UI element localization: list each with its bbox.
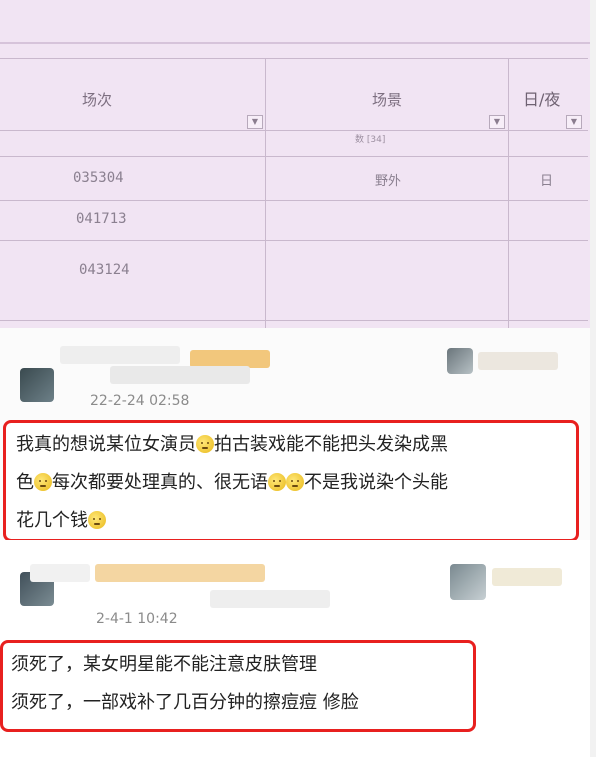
table-screenshot: 场次 场景 日/夜 ▼ ▼ ▼ 数 [34] 035304 野外 日 04171… — [0, 0, 590, 328]
highlight-box: 须死了，某女明星能不能注意皮肤管理 须死了，一部戏补了几百分钟的擦痘痘 修脸 — [0, 640, 476, 732]
column-header-daynight: 日/夜 — [523, 90, 561, 109]
name-obscured — [30, 564, 90, 582]
name-obscured — [492, 568, 562, 586]
name-obscured — [210, 590, 330, 608]
name-obscured — [110, 366, 250, 384]
table-cell-place: 野外 — [375, 174, 402, 189]
grid-line — [0, 130, 588, 131]
comment-fragment: 色 — [16, 472, 34, 493]
grid-line — [0, 58, 588, 59]
comment-fragment: 拍古装戏能不能把头发染成黑 — [214, 434, 448, 455]
name-obscured — [478, 352, 558, 370]
comment-line: 花几个钱 — [16, 502, 566, 540]
grid-line — [0, 200, 588, 201]
grid-line — [265, 58, 266, 328]
emoji-icon — [268, 473, 286, 491]
table-cell-scene: 035304 — [73, 170, 124, 186]
comment-line: 须死了，一部戏补了几百分钟的擦痘痘 修脸 — [11, 692, 359, 713]
grid-line — [0, 320, 588, 321]
avatar[interactable] — [450, 564, 486, 600]
comment-fragment: 不是我说染个头能 — [304, 472, 448, 493]
comment-fragment: 我真的想说某位女演员 — [16, 434, 196, 455]
comment-text: 我真的想说某位女演员 拍古装戏能不能把头发染成黑 色每次都要处理真的、很无语 不是我… — [16, 426, 566, 540]
avatar[interactable] — [20, 368, 54, 402]
emoji-icon — [88, 511, 106, 529]
comment-line: 须死了，某女明星能不能注意皮肤管理 — [11, 654, 317, 675]
column-header-location: 场景 — [372, 91, 403, 109]
column-header-scene: 场次 — [82, 91, 113, 109]
grid-line — [508, 58, 509, 328]
comment-fragment: 花几个钱 — [16, 510, 88, 531]
comment-line: 色每次都要处理真的、很无语 不是我说染个头能 — [16, 464, 566, 502]
name-obscured — [95, 564, 265, 582]
table-cell-scene: 043124 — [79, 262, 130, 278]
filter-dropdown-icon[interactable]: ▼ — [247, 115, 263, 129]
table-top-border — [0, 42, 590, 44]
comment-timestamp: 22-2-24 02:58 — [90, 393, 190, 409]
filter-dropdown-icon[interactable]: ▼ — [566, 115, 582, 129]
comment-fragment: 每次都要处理真的、很无语 — [52, 472, 268, 493]
table-cell-scene: 041713 — [76, 211, 127, 227]
highlight-box: 我真的想说某位女演员 拍古装戏能不能把头发染成黑 色每次都要处理真的、很无语 不是我… — [3, 420, 579, 542]
emoji-icon — [286, 473, 304, 491]
comment-timestamp: 2-4-1 10:42 — [96, 611, 178, 627]
grid-line — [0, 156, 588, 157]
comment-text: 须死了，某女明星能不能注意皮肤管理 须死了，一部戏补了几百分钟的擦痘痘 修脸 — [11, 646, 466, 722]
avatar[interactable] — [447, 348, 473, 374]
name-obscured — [60, 346, 180, 364]
emoji-icon — [196, 435, 214, 453]
comment-line: 我真的想说某位女演员 拍古装戏能不能把头发染成黑 — [16, 426, 566, 464]
table-cell-daynight: 日 — [540, 174, 554, 189]
emoji-icon — [34, 473, 52, 491]
grid-line — [0, 240, 588, 241]
filter-dropdown-icon[interactable]: ▼ — [489, 115, 505, 129]
sub-header-text: 数 [34] — [355, 135, 386, 145]
